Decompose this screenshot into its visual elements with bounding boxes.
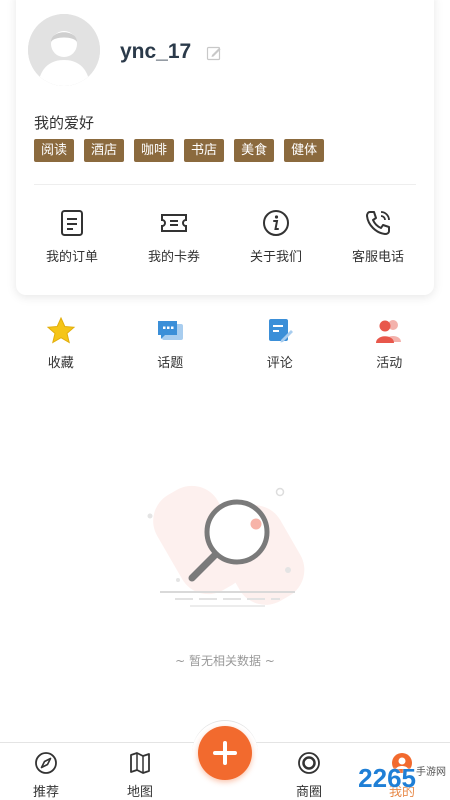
empty-state-text: ~ 暂无相关数据 ~ (175, 654, 275, 668)
divider (34, 184, 416, 185)
menu-label: 关于我们 (249, 250, 302, 265)
default-avatar-icon (28, 14, 100, 86)
map-icon (130, 752, 150, 774)
profile-menu: 我的订单 我的卡券 关于我们 客服电话 (16, 208, 434, 265)
username: ync_17 (120, 40, 192, 63)
tab-business-circle[interactable]: 商圈 (279, 751, 339, 800)
quick-label: 活动 (376, 356, 403, 371)
empty-search-illustration (147, 485, 305, 607)
menu-item-about[interactable]: 关于我们 (226, 208, 326, 265)
tab-label: 推荐 (32, 785, 59, 800)
quick-item-comments[interactable]: 评论 (230, 316, 330, 371)
tab-label: 商圈 (295, 785, 322, 800)
menu-item-coupons[interactable]: 我的卡券 (124, 208, 224, 265)
quick-item-events[interactable]: 活动 (339, 316, 439, 371)
people-icon (376, 320, 402, 343)
ticket-icon (161, 214, 187, 232)
hobby-tag: 健体 (284, 139, 325, 162)
hobby-tag: 阅读 (34, 139, 75, 162)
info-icon (263, 210, 289, 236)
quick-label: 收藏 (47, 356, 74, 371)
watermark-main: 2265 (358, 763, 416, 793)
quick-item-topics[interactable]: 话题 (120, 316, 220, 371)
plus-icon (213, 741, 237, 765)
compass-icon (35, 752, 57, 774)
hobby-tag: 咖啡 (134, 139, 175, 162)
quick-label: 话题 (157, 356, 184, 371)
phone-icon (366, 211, 390, 235)
menu-item-service-phone[interactable]: 客服电话 (328, 208, 428, 265)
tab-map[interactable]: 地图 (110, 751, 170, 800)
hobby-tag: 美食 (234, 139, 275, 162)
quick-actions: 收藏 话题 评论 活动 (0, 316, 450, 371)
menu-item-orders[interactable]: 我的订单 (22, 208, 122, 265)
menu-label: 我的卡券 (147, 250, 200, 265)
edit-icon[interactable] (206, 45, 222, 61)
profile-card: ync_17 我的爱好 阅读 酒店 咖啡 书店 美食 健体 我的订单 我的卡券 … (16, 0, 434, 295)
tab-recommend[interactable]: 推荐 (16, 751, 76, 800)
circle-icon (298, 752, 320, 774)
avatar[interactable] (28, 14, 100, 86)
hobby-tag: 酒店 (84, 139, 125, 162)
star-icon (46, 316, 75, 344)
menu-label: 我的订单 (45, 250, 98, 265)
quick-label: 评论 (266, 356, 293, 371)
chat-icon (158, 321, 184, 340)
hobby-tags: 阅读 酒店 咖啡 书店 美食 健体 (34, 139, 325, 162)
add-button[interactable] (198, 726, 252, 780)
comment-edit-icon (268, 319, 293, 343)
watermark-logo: 2265手游网 (358, 763, 446, 794)
watermark-sub: 手游网 (416, 767, 446, 778)
menu-label: 客服电话 (351, 250, 404, 265)
hobby-title: 我的爱好 (34, 114, 95, 132)
order-list-icon (61, 210, 83, 236)
tab-label: 地图 (126, 785, 153, 800)
hobby-tag: 书店 (184, 139, 225, 162)
quick-item-favorites[interactable]: 收藏 (11, 316, 111, 371)
